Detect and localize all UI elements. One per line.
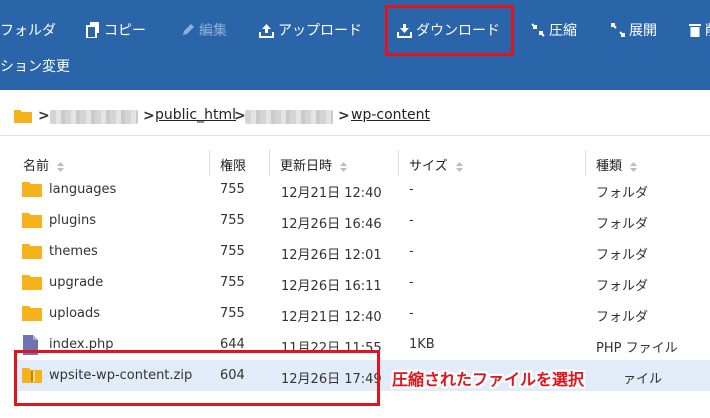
edit-button[interactable]: 編集 [181,18,227,42]
table-row[interactable]: languages 755 12月21日 12:40 - フォルダ [14,174,710,205]
selected-file-highlight-box [14,350,380,406]
upload-button[interactable]: アップロード [259,18,362,42]
table-row[interactable]: themes 755 12月26日 12:01 - フォルダ [14,236,710,267]
breadcrumb-separator: > [234,108,246,124]
table-row[interactable]: plugins 755 12月26日 16:46 - フォルダ [14,205,710,236]
compress-icon [531,23,545,37]
folder-icon [22,306,42,321]
copy-button-label: コピー [104,23,146,39]
copy-icon [86,22,99,38]
column-header-permission[interactable]: 権限 [220,155,246,174]
breadcrumb-separator: > [143,108,155,124]
file-type: フォルダ [596,248,649,263]
column-header-type-label: 種類 [596,159,623,174]
column-header-modified-label: 更新日時 [280,159,333,174]
file-type: フォルダ [596,279,649,294]
file-name[interactable]: languages [49,182,116,197]
folder-icon [22,244,42,259]
compress-button[interactable]: 圧縮 [531,18,577,42]
column-header-modified[interactable]: 更新日時 [280,155,348,174]
annotation-label: 圧縮されたファイルを選択 [392,370,585,389]
trash-icon [689,24,701,37]
extract-button[interactable]: 展開 [611,18,657,42]
file-size: - [409,213,414,228]
folder-button-label: フォルダ [0,23,56,39]
folder-icon [22,213,42,228]
file-modified: 12月26日 16:46 [281,217,382,232]
delete-button-label: 削 [705,20,710,40]
file-permission: 755 [220,244,245,259]
column-header-name[interactable]: 名前 [23,155,65,174]
table-header: 名前 権限 更新日時 サイズ 種類 [0,150,710,176]
file-type: フォルダ [596,186,649,201]
file-size: - [409,244,414,259]
toolbar: フォルダ コピー 編集 アップロード ダウンロード 圧縮 展開 ション変更 [0,0,710,90]
copy-button[interactable]: コピー [86,18,146,42]
column-divider [398,150,399,176]
file-name[interactable]: uploads [49,306,100,321]
file-name[interactable]: upgrade [49,275,103,290]
file-permission: 755 [220,306,245,321]
column-header-permission-label: 権限 [220,159,247,174]
folder-icon [22,275,42,290]
sort-icon [340,161,348,172]
column-divider [269,150,270,176]
extract-button-label: 展開 [629,23,657,39]
sort-icon [630,161,638,172]
column-divider [585,150,586,176]
delete-button[interactable]: 削 [689,18,710,42]
file-modified: 12月21日 12:40 [281,310,382,325]
breadcrumb-item-wp-content[interactable]: wp-content [351,107,430,123]
file-type: ァイル [623,372,663,387]
file-name[interactable]: plugins [49,213,96,228]
file-name[interactable]: themes [49,244,98,259]
file-size: - [409,275,414,290]
column-header-size-label: サイズ [409,159,448,174]
file-permission: 755 [220,213,245,228]
compress-button-label: 圧縮 [549,23,577,39]
breadcrumb-separator: > [38,108,50,124]
folder-button[interactable]: フォルダ [0,18,56,42]
file-type: PHP ファイル [596,341,678,356]
file-type: フォルダ [596,217,649,232]
breadcrumb-item-masked[interactable] [245,110,333,124]
column-header-name-label: 名前 [23,159,50,174]
column-divider [209,150,210,176]
sort-icon [455,161,463,172]
pencil-icon [183,24,194,35]
file-modified: 12月26日 12:01 [281,248,382,263]
file-modified: 12月21日 12:40 [281,186,382,201]
file-size: - [409,182,414,197]
expand-icon [611,23,625,37]
file-permission: 755 [220,275,245,290]
table-row[interactable]: upgrade 755 12月26日 16:11 - フォルダ [14,267,710,298]
file-permission: 755 [220,182,245,197]
download-highlight-box [385,5,514,56]
folder-icon [14,110,32,123]
file-modified: 12月26日 16:11 [281,279,382,294]
table-row[interactable]: uploads 755 12月21日 12:40 - フォルダ [14,298,710,329]
breadcrumb: > > public_html > > wp-content [0,98,710,136]
permission-button[interactable]: ション変更 [0,56,70,76]
breadcrumb-separator: > [338,108,350,124]
file-size: 1KB [409,337,435,352]
upload-icon [259,23,274,38]
file-size: - [409,306,414,321]
column-header-size[interactable]: サイズ [409,155,463,174]
column-header-type[interactable]: 種類 [596,155,638,174]
breadcrumb-item-public-html[interactable]: public_html [155,107,236,123]
sort-icon [57,161,65,172]
breadcrumb-item-masked[interactable] [50,110,138,124]
upload-button-label: アップロード [278,23,362,39]
file-type: フォルダ [596,310,649,325]
folder-icon [22,182,42,197]
permission-button-label: ション変更 [0,59,70,75]
edit-button-label: 編集 [199,23,227,39]
